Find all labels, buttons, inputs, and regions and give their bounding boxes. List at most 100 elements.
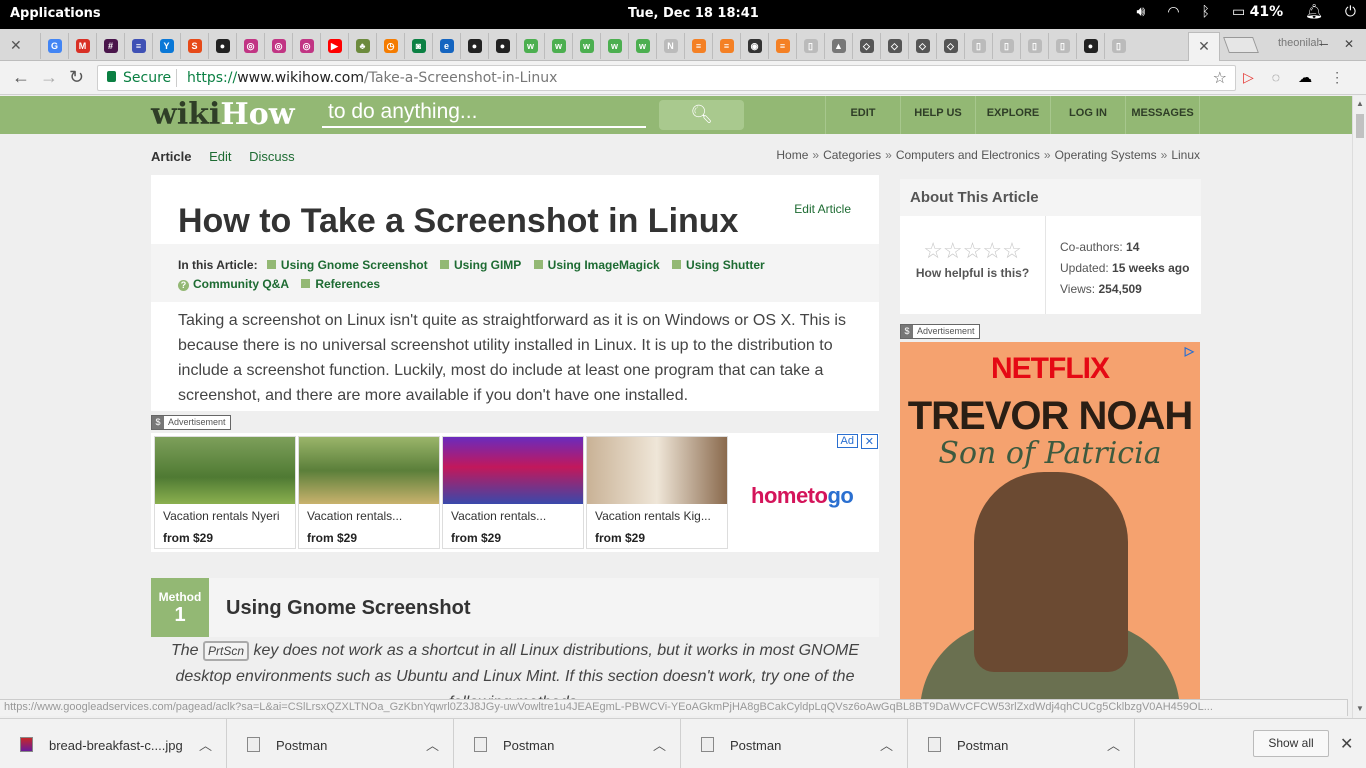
tab-github[interactable]: ● xyxy=(460,33,488,59)
tab-instagram[interactable]: ◎ xyxy=(264,33,292,59)
ad-card[interactable]: Vacation rentals Kig... from $29 xyxy=(586,436,728,549)
ad-card[interactable]: Vacation rentals... from $29 xyxy=(298,436,440,549)
tab-slack[interactable]: # xyxy=(96,33,124,59)
clock[interactable]: Tue, Dec 18 18:41 xyxy=(628,6,759,21)
tab-page[interactable]: ▯ xyxy=(992,33,1020,59)
address-bar[interactable]: Secure https://www.wikihow.com/Take-a-Sc… xyxy=(97,65,1236,91)
active-tab-close[interactable]: ✕ xyxy=(1188,32,1220,61)
tab-instagram[interactable]: ◎ xyxy=(236,33,264,59)
toc-item[interactable]: Using Gnome Screenshot xyxy=(266,258,428,272)
tab-page[interactable]: ▯ xyxy=(1020,33,1048,59)
tab-youtube[interactable]: ▶ xyxy=(320,33,348,59)
minimize-icon[interactable]: ─ xyxy=(1319,37,1328,51)
tab-camera[interactable]: ◉ xyxy=(740,33,768,59)
tab-page[interactable]: N xyxy=(656,33,684,59)
ad-card[interactable]: Vacation rentals Nyeri from $29 xyxy=(154,436,296,549)
tab-w3[interactable]: w xyxy=(628,33,656,59)
tab-yammer[interactable]: Y xyxy=(152,33,180,59)
download-item[interactable]: Postman ︿ xyxy=(454,719,681,768)
ad-choices-label[interactable]: Ad xyxy=(836,434,858,448)
tab-page[interactable]: ▯ xyxy=(1048,33,1076,59)
tab-w3[interactable]: w xyxy=(600,33,628,59)
url-text[interactable]: https://www.wikihow.com/Take-a-Screensho… xyxy=(187,70,557,86)
back-arrow-icon[interactable]: ← xyxy=(12,67,30,88)
tab-page[interactable]: ▯ xyxy=(1104,33,1132,59)
chevron-up-icon[interactable]: ︿ xyxy=(426,735,439,754)
nav-help-us[interactable]: HELP US xyxy=(900,96,975,134)
bluetooth-icon[interactable]: ᛒ xyxy=(1202,4,1210,20)
nav-log-in[interactable]: LOG IN xyxy=(1050,96,1125,134)
tab-app[interactable]: ◙ xyxy=(404,33,432,59)
wifi-icon[interactable]: ◠ xyxy=(1167,4,1179,20)
breadcrumb-item[interactable]: Operating Systems xyxy=(1055,148,1157,162)
chevron-up-icon[interactable]: ︿ xyxy=(880,735,893,754)
tab-tree[interactable]: ♣ xyxy=(348,33,376,59)
tab-codepen[interactable]: ◇ xyxy=(936,33,964,59)
toc-item[interactable]: Using GIMP xyxy=(439,258,521,272)
tab-codepen[interactable]: ◇ xyxy=(880,33,908,59)
hometogo-logo[interactable]: hometogo xyxy=(751,483,854,509)
page-scrollbar[interactable]: ▲ ▼ xyxy=(1352,96,1366,718)
extension-icon[interactable]: ◌ xyxy=(1272,69,1280,86)
scroll-up-icon[interactable]: ▲ xyxy=(1356,99,1364,108)
close-icon[interactable]: ✕ xyxy=(1340,734,1353,754)
tab-w3[interactable]: w xyxy=(516,33,544,59)
ad-close-icon[interactable]: ✕ xyxy=(860,434,878,449)
new-tab-button[interactable] xyxy=(1223,37,1259,53)
nav-edit[interactable]: EDIT xyxy=(825,96,900,134)
tab-article[interactable]: Article xyxy=(151,149,191,164)
scroll-down-icon[interactable]: ▼ xyxy=(1356,704,1364,713)
search-input[interactable]: to do anything... xyxy=(322,100,646,128)
tab-discuss[interactable]: Discuss xyxy=(249,149,295,164)
chevron-up-icon[interactable]: ︿ xyxy=(199,735,212,754)
tab-stackoverflow[interactable]: ≡ xyxy=(768,33,796,59)
volume-icon[interactable]: 🔊︎ xyxy=(1136,4,1145,20)
breadcrumb-item[interactable]: Computers and Electronics xyxy=(896,148,1040,162)
toc-item[interactable]: References xyxy=(301,277,380,291)
breadcrumb-item[interactable]: Home xyxy=(776,148,808,162)
tab-google[interactable]: G xyxy=(40,33,68,59)
tab-codepen[interactable]: ◇ xyxy=(852,33,880,59)
tab-stackoverflow[interactable]: ≡ xyxy=(712,33,740,59)
tab-page[interactable]: ▯ xyxy=(964,33,992,59)
tab-w3[interactable]: w xyxy=(572,33,600,59)
search-button[interactable]: 🔍︎ xyxy=(659,100,744,130)
tab-stackoverflow[interactable]: ≡ xyxy=(684,33,712,59)
edit-article-link[interactable]: Edit Article xyxy=(794,202,851,216)
tab-codepen[interactable]: ◇ xyxy=(908,33,936,59)
show-all-button[interactable]: Show all xyxy=(1253,730,1329,757)
tab-edx[interactable]: e xyxy=(432,33,460,59)
reload-icon[interactable]: ↻ xyxy=(69,67,84,88)
breadcrumb-item[interactable]: Categories xyxy=(823,148,881,162)
download-item[interactable]: bread-breakfast-c....jpg ︿ xyxy=(0,719,227,768)
menu-icon[interactable]: ⋮ xyxy=(1330,69,1344,86)
tab-github[interactable]: ● xyxy=(488,33,516,59)
nav-explore[interactable]: EXPLORE xyxy=(975,96,1050,134)
scrollbar-thumb[interactable] xyxy=(1356,114,1364,138)
download-item[interactable]: Postman ︿ xyxy=(908,719,1135,768)
bell-icon[interactable]: 🔔︎ xyxy=(1305,4,1323,20)
tab-github[interactable]: ● xyxy=(1076,33,1104,59)
close-icon[interactable]: ✕ xyxy=(10,37,22,54)
tab-instagram[interactable]: ◎ xyxy=(292,33,320,59)
tab-list[interactable]: ≡ xyxy=(124,33,152,59)
forward-arrow-icon[interactable]: → xyxy=(40,67,58,88)
cloud-icon[interactable]: ☁ xyxy=(1298,69,1312,86)
tab-github[interactable]: ● xyxy=(208,33,236,59)
ad-card[interactable]: Vacation rentals... from $29 xyxy=(442,436,584,549)
extension-icon[interactable]: ▷ xyxy=(1243,69,1254,86)
tab-app[interactable]: S xyxy=(180,33,208,59)
download-item[interactable]: Postman ︿ xyxy=(681,719,908,768)
tab-gmail[interactable]: M xyxy=(68,33,96,59)
toc-item[interactable]: Using ImageMagick xyxy=(533,258,660,272)
battery-icon[interactable]: ▭ 41% xyxy=(1232,4,1283,20)
nav-messages[interactable]: MESSAGES xyxy=(1125,96,1200,134)
power-icon[interactable]: ⏻ xyxy=(1345,4,1356,20)
close-icon[interactable]: ✕ xyxy=(1198,38,1210,54)
applications-menu[interactable]: Applications xyxy=(10,6,101,21)
tab-edit[interactable]: Edit xyxy=(209,149,231,164)
profile-name[interactable]: theonilah xyxy=(1278,37,1323,49)
bookmark-star-icon[interactable]: ☆ xyxy=(1213,68,1227,87)
toc-item[interactable]: Using Shutter xyxy=(672,258,765,272)
tab-clock[interactable]: ◷ xyxy=(376,33,404,59)
